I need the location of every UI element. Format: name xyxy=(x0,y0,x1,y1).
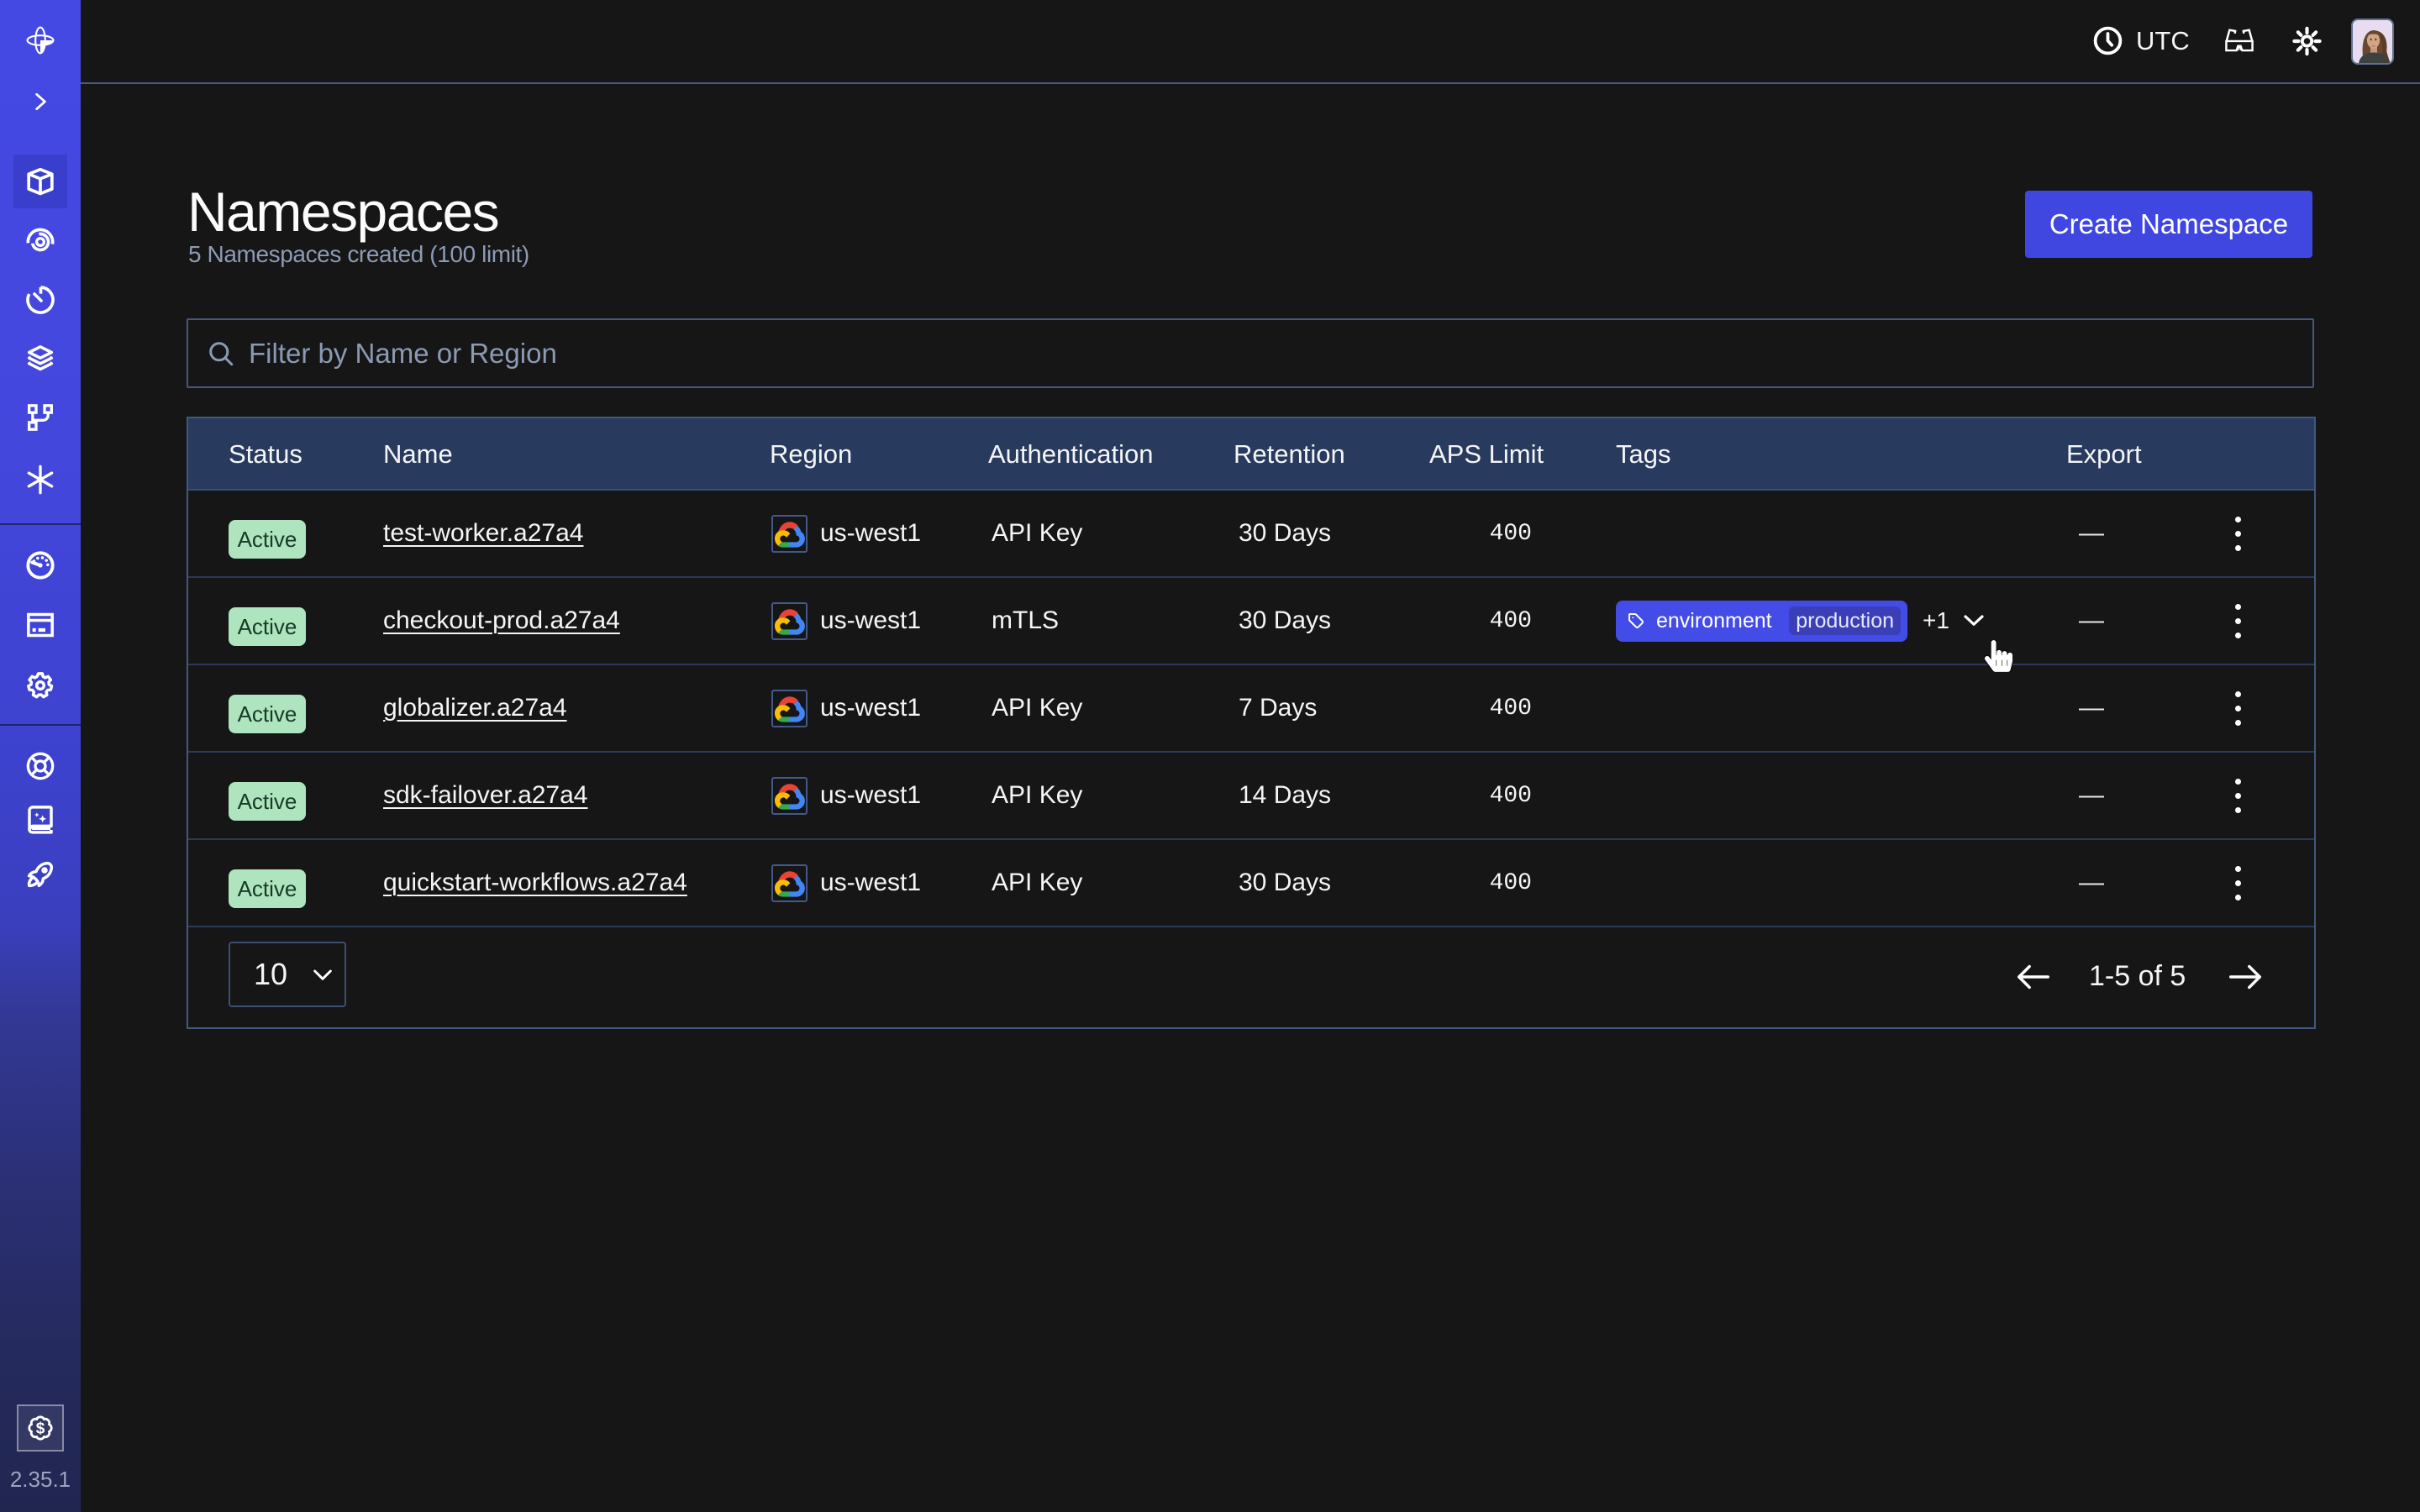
svg-text:$: $ xyxy=(36,1420,45,1438)
